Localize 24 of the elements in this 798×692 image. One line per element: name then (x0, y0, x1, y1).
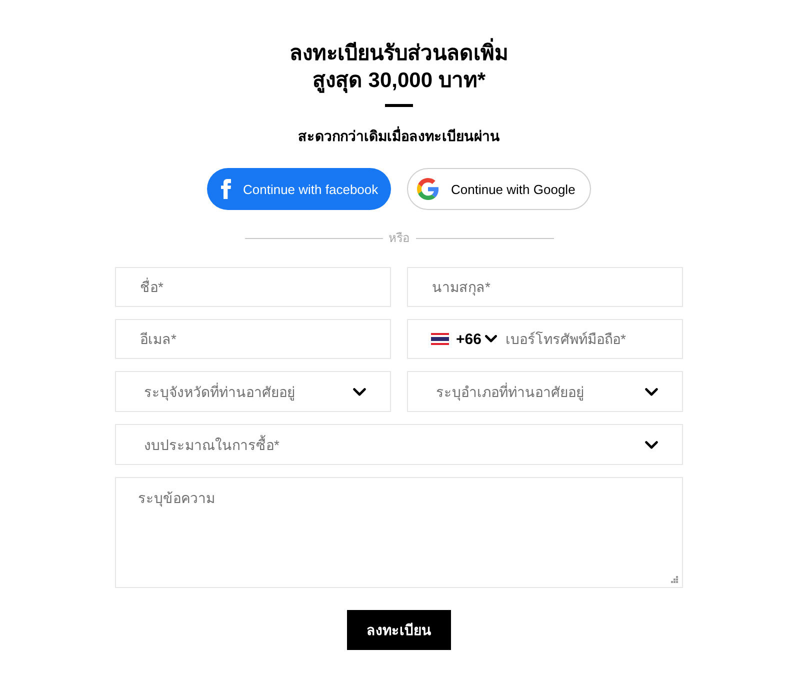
chevron-down-icon (645, 388, 658, 396)
chevron-down-icon (645, 440, 658, 448)
dropdown-field[interactable]: ระบุอำเภอที่ท่านอาศัยอยู่ (407, 371, 683, 412)
subtitle: สะดวกกว่าเดิมเมื่อลงทะเบียนผ่าน (298, 126, 500, 146)
country-code-dropdown[interactable]: +66 (431, 330, 498, 348)
chevron-down-icon (353, 388, 366, 396)
facebook-logo-icon (221, 179, 231, 199)
divider-label: หรือ (388, 230, 410, 246)
text-input-field[interactable]: อีเมล* (115, 319, 391, 359)
text-input-field[interactable]: นามสกุล* (407, 267, 683, 307)
chevron-down-icon (485, 335, 498, 343)
title-underline-bar (385, 104, 413, 107)
facebook-login-button[interactable]: Continue with facebook (207, 168, 391, 210)
dropdown-field[interactable]: ระบุจังหวัดที่ท่านอาศัยอยู่ (115, 371, 391, 412)
dropdown-field[interactable]: งบประมาณในการซื้อ* (115, 424, 683, 465)
thai-flag-icon (431, 333, 449, 345)
google-login-button[interactable]: Continue with Google (407, 168, 591, 210)
register-button[interactable]: ลงทะเบียน (347, 610, 451, 650)
resize-grip-icon[interactable] (671, 576, 678, 583)
text-input-field[interactable]: ชื่อ* (115, 267, 391, 307)
google-logo-icon (417, 178, 439, 200)
page-title: ลงทะเบียนรับส่วนลดเพิ่ม สูงสุด 30,000 บาท* (290, 40, 508, 94)
message-textarea-field[interactable]: ระบุข้อความ (115, 477, 683, 588)
phone-number-field[interactable]: +66 เบอร์โทรศัพท์มือถือ* (407, 319, 683, 359)
